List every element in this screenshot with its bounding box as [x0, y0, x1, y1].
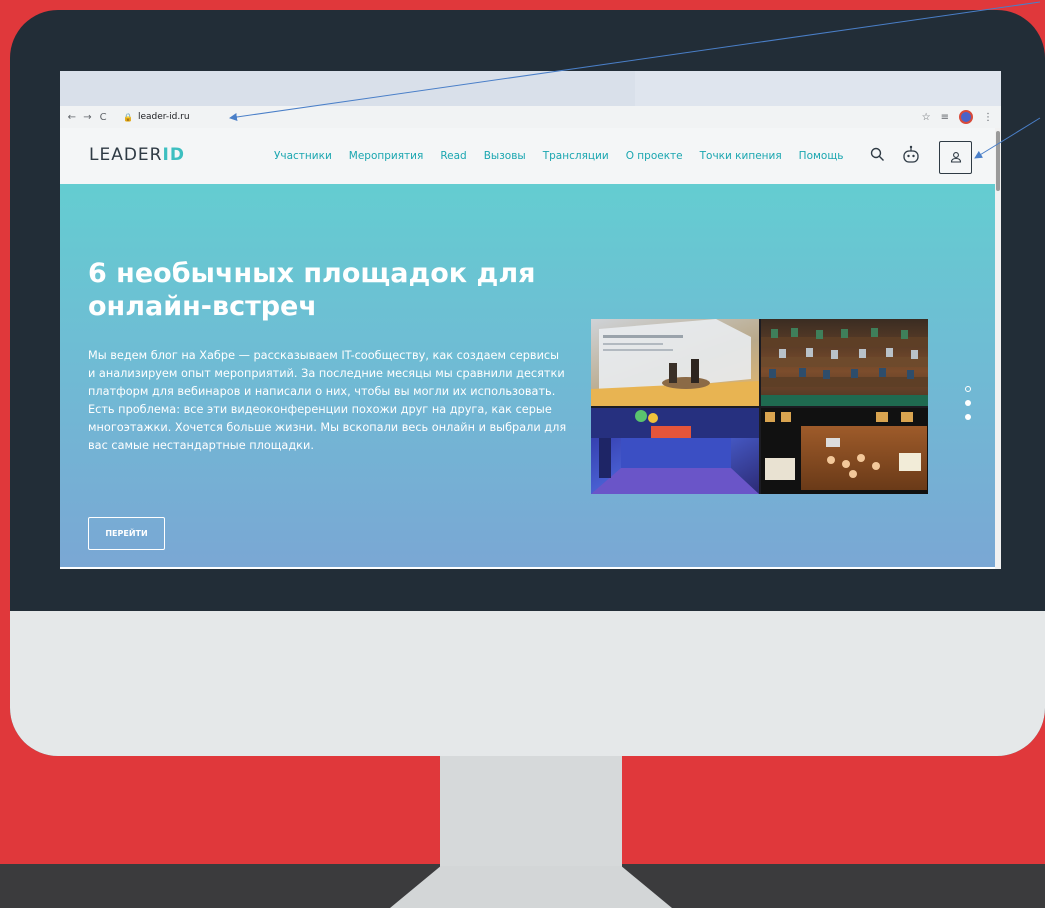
back-arrow-icon[interactable]: ←	[64, 112, 80, 123]
profile-extension-icon[interactable]	[959, 110, 973, 124]
monitor-chin	[10, 611, 1045, 756]
menu-item-events[interactable]: Мероприятия	[349, 150, 424, 162]
active-tab[interactable]	[635, 71, 1001, 106]
more-vert-icon[interactable]: ⋮	[983, 112, 993, 123]
playlist-icon[interactable]: ≡	[941, 112, 949, 123]
star-icon[interactable]: ☆	[922, 112, 931, 123]
site-header: LEADERID Участники Мероприятия Read Вызо…	[60, 128, 995, 184]
logo-text: LEADER	[89, 145, 163, 165]
menu-item-read[interactable]: Read	[440, 150, 466, 162]
scrollbar-thumb[interactable]	[996, 131, 1000, 191]
menu-item-about[interactable]: О проекте	[626, 150, 683, 162]
logo-accent: ID	[162, 145, 185, 165]
monitor-frame: ← → C 🔒 leader-id.ru ☆ ≡ ⋮ LEADERID Учас…	[10, 10, 1045, 756]
collage-image-vr-room	[591, 319, 759, 406]
slider-pagination	[965, 386, 973, 428]
slide-dot-1[interactable]	[965, 386, 971, 392]
menu-item-growth-points[interactable]: Точки кипения	[700, 150, 782, 162]
menu-item-challenges[interactable]: Вызовы	[484, 150, 526, 162]
slide-dot-3[interactable]	[965, 414, 971, 420]
collage-image-auditorium	[761, 319, 928, 406]
address-bar: ← → C 🔒 leader-id.ru ☆ ≡ ⋮	[60, 106, 1001, 128]
main-menu: Участники Мероприятия Read Вызовы Трансл…	[274, 150, 860, 162]
menu-item-participants[interactable]: Участники	[274, 150, 332, 162]
site-logo[interactable]: LEADERID	[89, 145, 185, 165]
page-scrollbar[interactable]	[995, 128, 1001, 569]
hero-title: 6 необычных площадок для онлайн-встреч	[88, 258, 536, 322]
collage-image-virtual-hall	[591, 408, 759, 494]
browser-actions: ☆ ≡ ⋮	[922, 110, 993, 124]
slide-dot-2[interactable]	[965, 400, 971, 406]
hero-image-collage	[591, 319, 928, 494]
tab-strip	[60, 71, 1001, 106]
hero-banner: 6 необычных площадок для онлайн-встреч М…	[60, 184, 995, 567]
robot-icon[interactable]	[901, 145, 921, 169]
lock-icon: 🔒	[122, 112, 133, 122]
search-icon[interactable]	[870, 147, 885, 166]
browser-window: ← → C 🔒 leader-id.ru ☆ ≡ ⋮ LEADERID Учас…	[60, 71, 1001, 569]
hero-description: Мы ведем блог на Хабре — рассказываем IT…	[88, 349, 567, 452]
menu-item-broadcasts[interactable]: Трансляции	[543, 150, 609, 162]
menu-item-help[interactable]: Помощь	[799, 150, 844, 162]
monitor-stand-neck	[440, 752, 622, 872]
user-account-button[interactable]	[939, 141, 972, 174]
url-field[interactable]: 🔒 leader-id.ru	[118, 109, 922, 125]
collage-image-gather-town	[761, 408, 928, 494]
forward-arrow-icon[interactable]: →	[80, 112, 96, 123]
reload-icon[interactable]: C	[95, 112, 111, 123]
user-icon	[950, 148, 962, 167]
go-button[interactable]: ПЕРЕЙТИ	[88, 517, 165, 550]
url-text: leader-id.ru	[137, 112, 190, 122]
